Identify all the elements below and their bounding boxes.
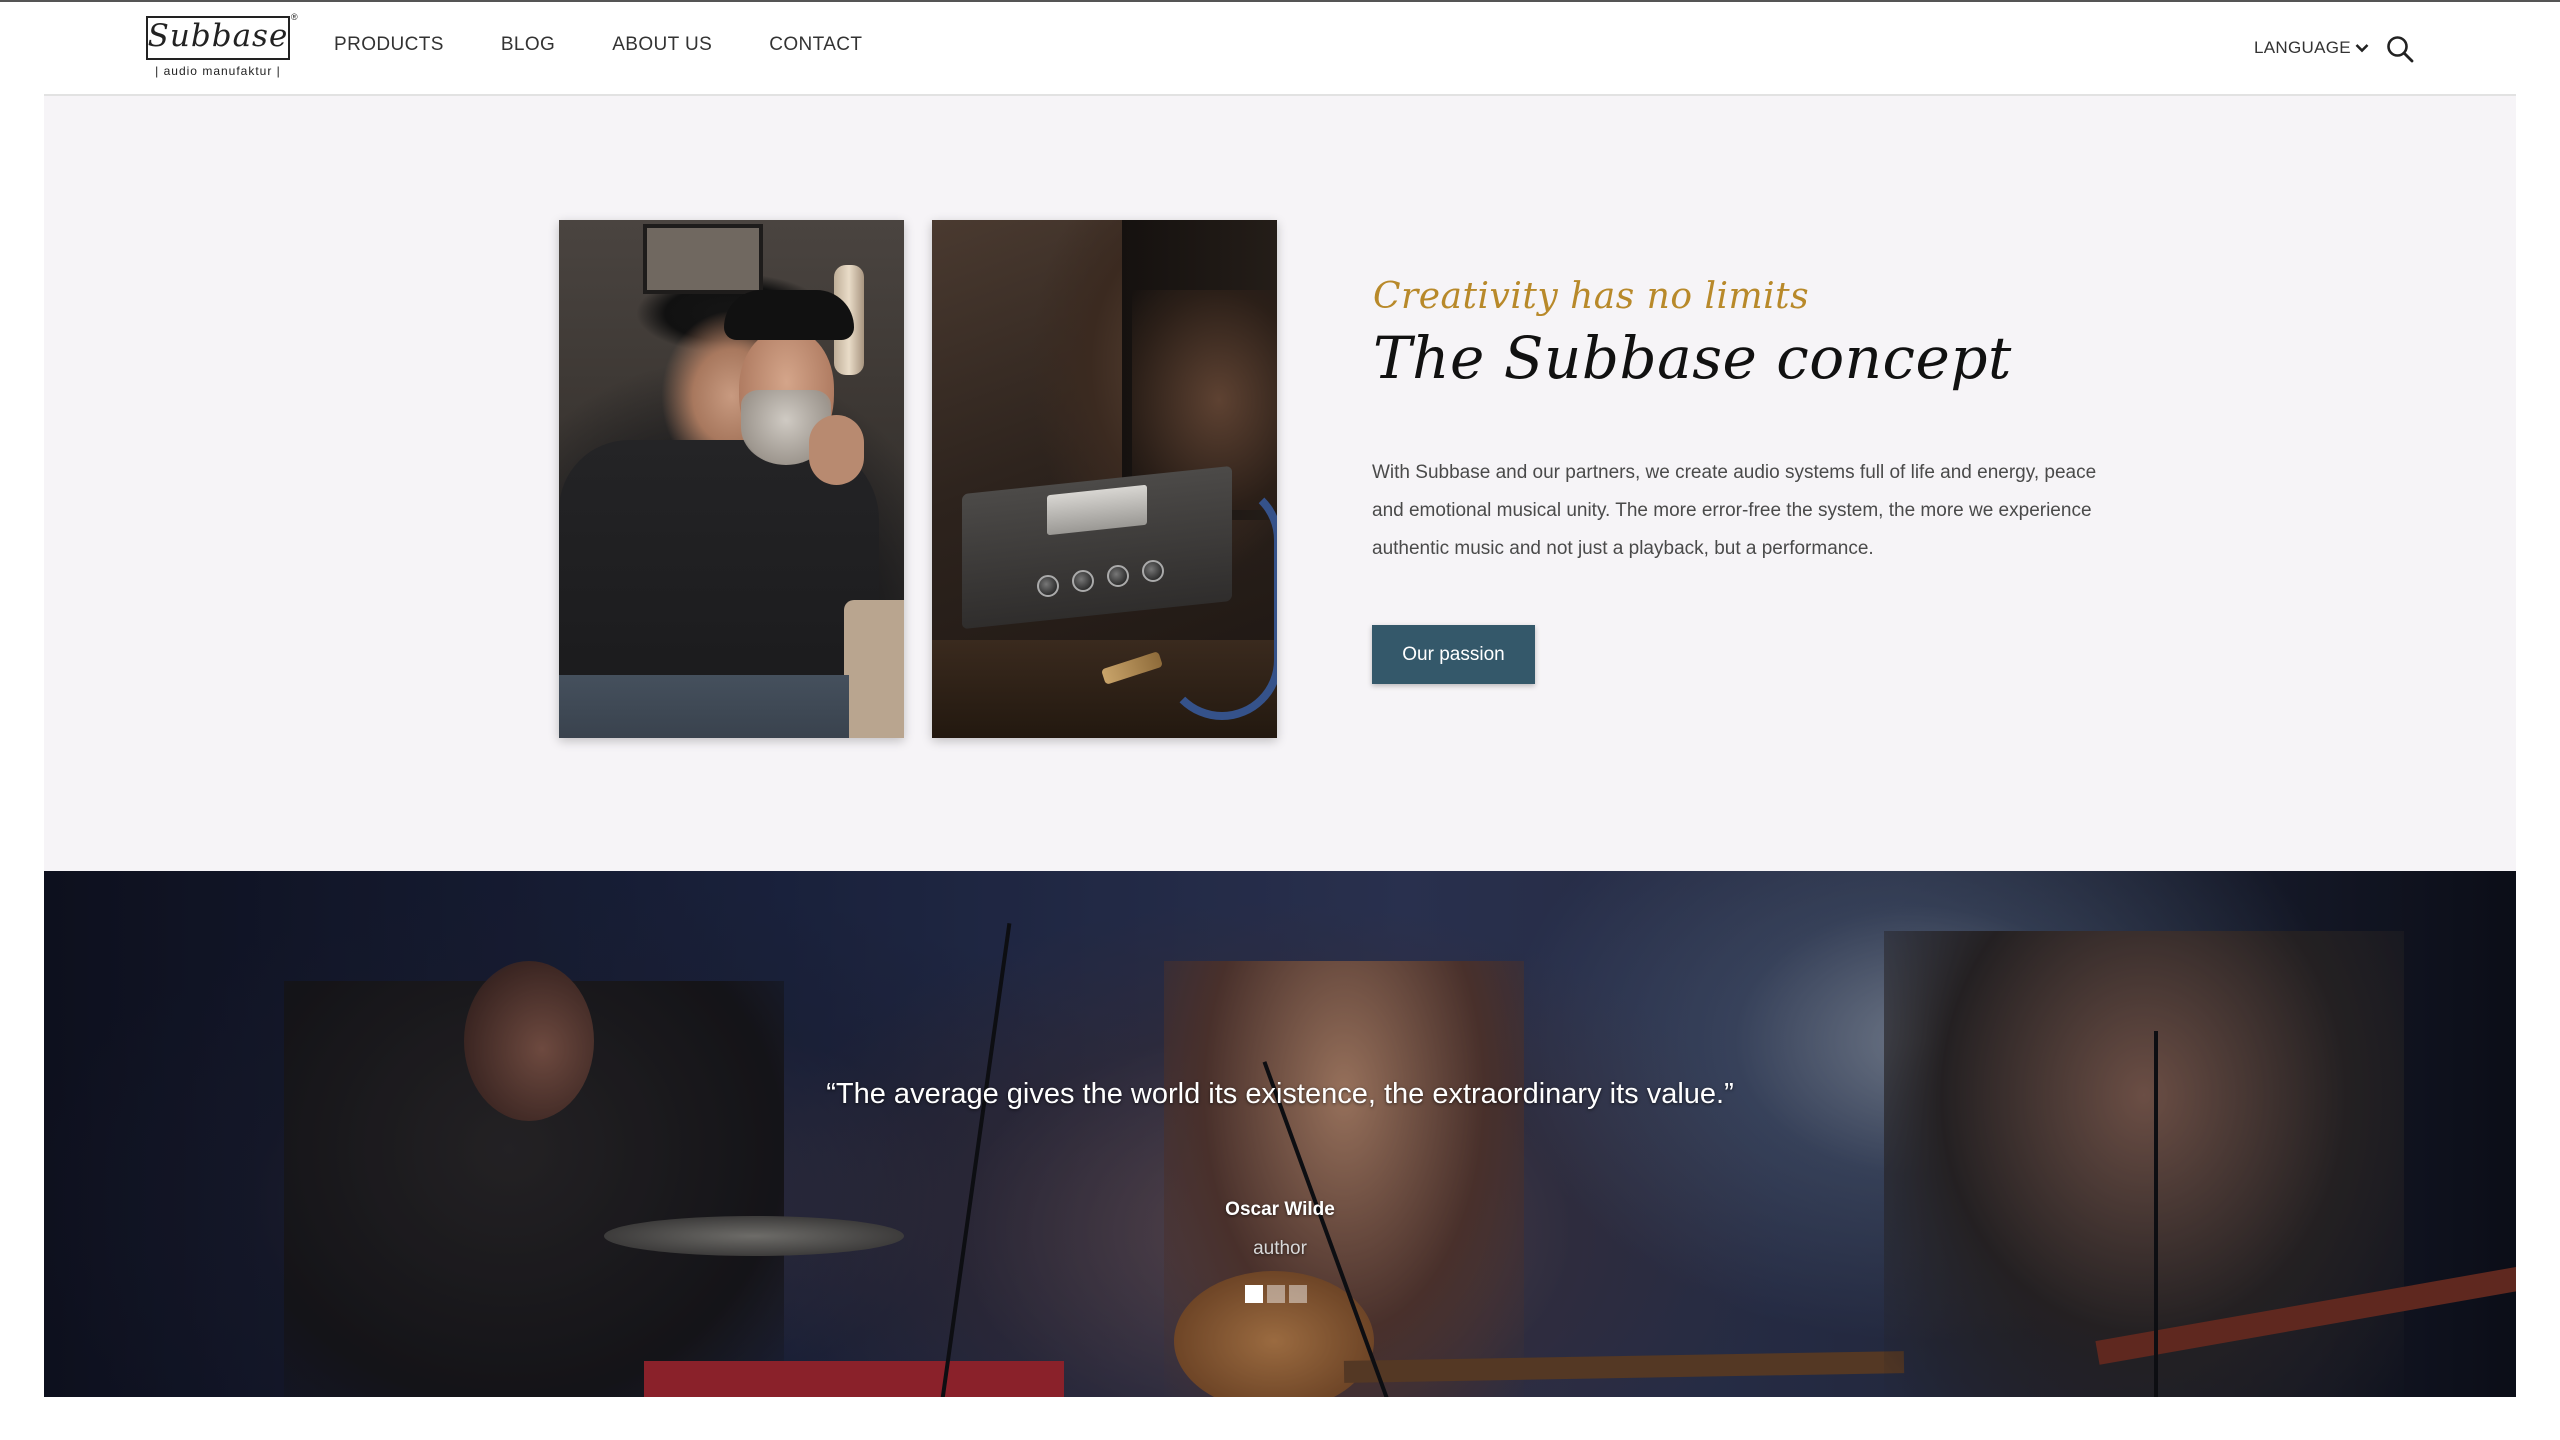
nav-contact[interactable]: CONTACT <box>769 34 862 56</box>
language-label: LANGUAGE <box>2254 38 2351 57</box>
subbase-logo[interactable]: Subbase ® | audio manufaktur | <box>146 12 298 80</box>
our-passion-button[interactable]: Our passion <box>1372 625 1535 684</box>
search-icon[interactable] <box>2385 34 2415 64</box>
main-nav: PRODUCTS BLOG ABOUT US CONTACT <box>334 34 919 56</box>
chevron-down-icon <box>2355 38 2369 58</box>
quote-text: “The average gives the world its existen… <box>826 1078 1734 1110</box>
nav-about-us[interactable]: ABOUT US <box>612 34 712 56</box>
concept-section: Creativity has no limits The Subbase con… <box>44 96 2516 871</box>
concept-description: With Subbase and our partners, we create… <box>1372 462 2097 559</box>
slide-indicator-3[interactable] <box>1289 1285 1307 1303</box>
slider-pagination <box>1245 1285 1307 1303</box>
concept-tagline: Creativity has no limits <box>1373 276 1810 317</box>
site-header: Subbase ® | audio manufaktur | PRODUCTS … <box>0 2 2560 95</box>
concept-headline: The Subbase concept <box>1373 324 2012 392</box>
slide-indicator-2[interactable] <box>1267 1285 1285 1303</box>
quote-author: Oscar Wilde <box>1225 1199 1335 1220</box>
quote-author-role: author <box>1253 1238 1307 1259</box>
logo-wordmark: Subbase <box>147 18 289 54</box>
nav-products[interactable]: PRODUCTS <box>334 34 444 56</box>
language-selector[interactable]: LANGUAGE <box>2254 38 2369 58</box>
audio-device-image <box>932 220 1277 738</box>
nav-blog[interactable]: BLOG <box>501 34 555 56</box>
testimonial-section: “The average gives the world its existen… <box>44 871 2516 1397</box>
logo-registered-mark: ® <box>291 12 298 22</box>
founder-portrait-image <box>559 220 904 738</box>
logo-subtitle: | audio manufaktur | <box>155 64 281 78</box>
slide-indicator-1[interactable] <box>1245 1285 1263 1303</box>
